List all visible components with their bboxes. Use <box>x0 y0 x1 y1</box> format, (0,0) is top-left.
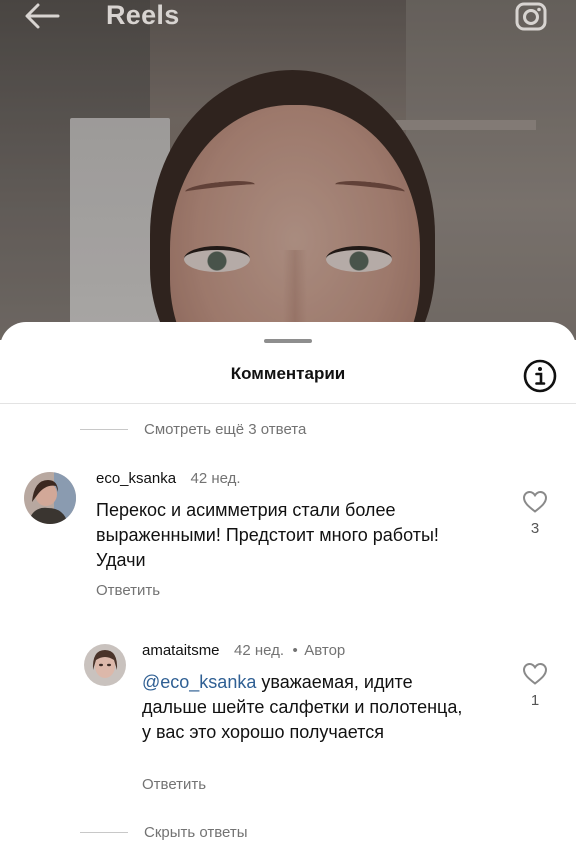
reply-item: amataitsme 42 нед. • Автор @eco_ksanka у… <box>0 640 576 810</box>
comment-username[interactable]: eco_ksanka <box>96 470 176 487</box>
heart-icon[interactable] <box>522 662 548 686</box>
like-count: 3 <box>530 520 540 537</box>
comment-time: 42 нед. <box>233 642 285 659</box>
comment-time: 42 нед. <box>190 470 241 487</box>
thread-line <box>80 832 128 833</box>
avatar[interactable] <box>24 472 76 524</box>
like-count: 1 <box>530 692 540 709</box>
info-icon[interactable] <box>522 358 558 394</box>
avatar[interactable] <box>84 644 126 686</box>
comments-sheet: Комментарии Смотреть ещё 3 ответа eco_ks… <box>0 322 576 849</box>
view-more-replies-button[interactable]: Смотреть ещё 3 ответа <box>80 421 306 438</box>
comments-title: Комментарии <box>230 364 346 383</box>
camera-icon[interactable] <box>514 0 548 32</box>
reply-button[interactable]: Ответить <box>96 582 160 599</box>
thread-line <box>80 429 128 430</box>
top-bar: Reels <box>0 0 576 36</box>
reel-video[interactable] <box>0 0 576 340</box>
comment-text: Перекос и асимметрия стали более выражен… <box>96 500 439 570</box>
divider <box>0 403 576 404</box>
hide-replies-label: Скрыть ответы <box>144 824 248 841</box>
video-dim-overlay <box>0 0 576 340</box>
comment-item: eco_ksanka 42 нед. Перекос и асимметрия … <box>0 468 576 608</box>
meta-separator: • <box>292 642 298 659</box>
arrow-left-icon[interactable] <box>22 2 62 30</box>
heart-icon[interactable] <box>522 490 548 514</box>
hide-replies-button[interactable]: Скрыть ответы <box>80 824 248 841</box>
author-badge: Автор <box>304 642 346 659</box>
comment-username[interactable]: amataitsme <box>142 642 220 659</box>
sheet-drag-handle[interactable] <box>264 339 312 343</box>
page-title: Reels <box>106 0 180 30</box>
mention-link[interactable]: @eco_ksanka <box>142 672 256 692</box>
reply-button[interactable]: Ответить <box>142 776 206 793</box>
view-more-replies-label: Смотреть ещё 3 ответа <box>144 421 307 438</box>
comment-text: @eco_ksanka уважаемая, идите дальше шейт… <box>142 670 472 745</box>
